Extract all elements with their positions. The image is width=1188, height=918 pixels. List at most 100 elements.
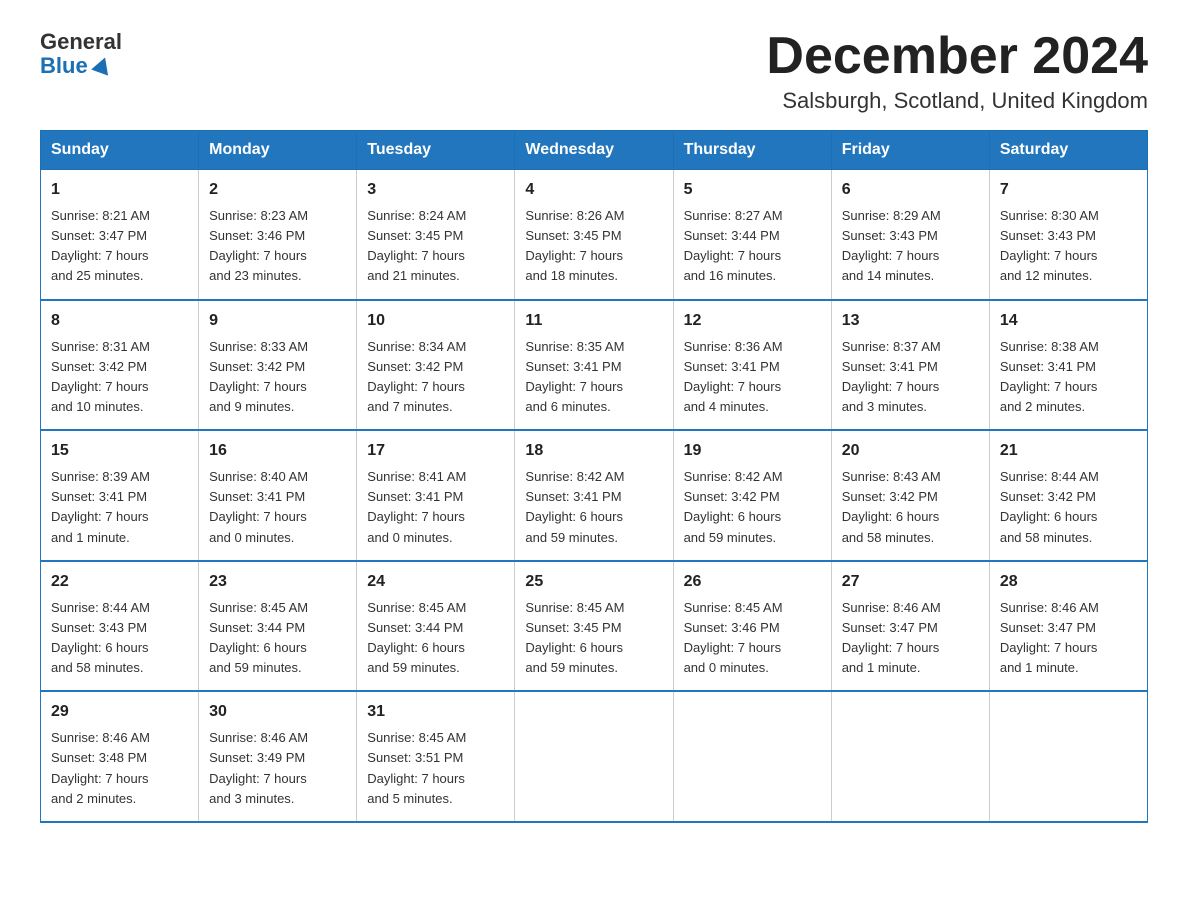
day-number: 15 <box>51 439 188 463</box>
day-info: Sunrise: 8:36 AMSunset: 3:41 PMDaylight:… <box>684 337 821 418</box>
day-info: Sunrise: 8:46 AMSunset: 3:47 PMDaylight:… <box>1000 598 1137 679</box>
week-row-1: 8Sunrise: 8:31 AMSunset: 3:42 PMDaylight… <box>41 300 1148 431</box>
day-info: Sunrise: 8:44 AMSunset: 3:42 PMDaylight:… <box>1000 467 1137 548</box>
calendar-cell: 8Sunrise: 8:31 AMSunset: 3:42 PMDaylight… <box>41 300 199 431</box>
calendar-cell: 17Sunrise: 8:41 AMSunset: 3:41 PMDayligh… <box>357 430 515 561</box>
calendar-cell: 16 Sunrise: 8:40 AMSunset: 3:41 PMDayligh… <box>199 430 357 561</box>
calendar-cell <box>515 691 673 822</box>
calendar-cell: 30Sunrise: 8:46 AMSunset: 3:49 PMDayligh… <box>199 691 357 822</box>
header-day-friday: Friday <box>831 131 989 170</box>
title-block: December 2024 Salsburgh, Scotland, Unite… <box>766 30 1148 114</box>
day-number: 17 <box>367 439 504 463</box>
calendar-cell: 12 Sunrise: 8:36 AMSunset: 3:41 PMDayligh… <box>673 300 831 431</box>
calendar-cell: 7 Sunrise: 8:30 AMSunset: 3:43 PMDaylight… <box>989 170 1147 300</box>
calendar-cell: 22 Sunrise: 8:44 AMSunset: 3:43 PMDayligh… <box>41 561 199 692</box>
day-info: Sunrise: 8:42 AMSunset: 3:41 PMDaylight:… <box>525 467 662 548</box>
page-header: General Blue December 2024 Salsburgh, Sc… <box>40 30 1148 114</box>
day-number: 14 <box>1000 309 1137 333</box>
day-number: 3 <box>367 178 504 202</box>
day-number: 19 <box>684 439 821 463</box>
calendar-cell: 2 Sunrise: 8:23 AMSunset: 3:46 PMDaylight… <box>199 170 357 300</box>
day-info: Sunrise: 8:45 AMSunset: 3:46 PMDaylight:… <box>684 598 821 679</box>
calendar-cell <box>989 691 1147 822</box>
day-number: 2 <box>209 178 346 202</box>
calendar-cell: 24 Sunrise: 8:45 AMSunset: 3:44 PMDayligh… <box>357 561 515 692</box>
day-number: 4 <box>525 178 662 202</box>
logo-triangle-icon <box>91 55 113 77</box>
day-info: Sunrise: 8:26 AMSunset: 3:45 PMDaylight:… <box>525 206 662 287</box>
day-info: Sunrise: 8:46 AMSunset: 3:48 PMDaylight:… <box>51 728 188 809</box>
day-number: 18 <box>525 439 662 463</box>
logo-blue-text: Blue <box>40 54 122 78</box>
calendar-cell: 21 Sunrise: 8:44 AMSunset: 3:42 PMDayligh… <box>989 430 1147 561</box>
day-info: Sunrise: 8:39 AMSunset: 3:41 PMDaylight:… <box>51 467 188 548</box>
day-info: Sunrise: 8:46 AMSunset: 3:47 PMDaylight:… <box>842 598 979 679</box>
day-info: Sunrise: 8:33 AMSunset: 3:42 PMDaylight:… <box>209 337 346 418</box>
day-number: 21 <box>1000 439 1137 463</box>
day-number: 27 <box>842 570 979 594</box>
day-info: Sunrise: 8:21 AMSunset: 3:47 PMDaylight:… <box>51 206 188 287</box>
calendar-cell: 1 Sunrise: 8:21 AMSunset: 3:47 PMDaylight… <box>41 170 199 300</box>
day-info: Sunrise: 8:45 AMSunset: 3:51 PMDaylight:… <box>367 728 504 809</box>
header-day-tuesday: Tuesday <box>357 131 515 170</box>
month-title: December 2024 <box>766 30 1148 82</box>
day-number: 7 <box>1000 178 1137 202</box>
calendar-cell: 18 Sunrise: 8:42 AMSunset: 3:41 PMDayligh… <box>515 430 673 561</box>
week-row-2: 15 Sunrise: 8:39 AMSunset: 3:41 PMDayligh… <box>41 430 1148 561</box>
day-info: Sunrise: 8:43 AMSunset: 3:42 PMDaylight:… <box>842 467 979 548</box>
day-number: 9 <box>209 309 346 333</box>
calendar-cell: 31Sunrise: 8:45 AMSunset: 3:51 PMDayligh… <box>357 691 515 822</box>
calendar-cell <box>673 691 831 822</box>
day-number: 1 <box>51 178 188 202</box>
day-info: Sunrise: 8:23 AMSunset: 3:46 PMDaylight:… <box>209 206 346 287</box>
day-info: Sunrise: 8:35 AMSunset: 3:41 PMDaylight:… <box>525 337 662 418</box>
day-info: Sunrise: 8:44 AMSunset: 3:43 PMDaylight:… <box>51 598 188 679</box>
day-info: Sunrise: 8:45 AMSunset: 3:44 PMDaylight:… <box>209 598 346 679</box>
calendar-cell: 3 Sunrise: 8:24 AMSunset: 3:45 PMDaylight… <box>357 170 515 300</box>
calendar-cell: 4 Sunrise: 8:26 AMSunset: 3:45 PMDaylight… <box>515 170 673 300</box>
day-number: 6 <box>842 178 979 202</box>
calendar-cell: 6 Sunrise: 8:29 AMSunset: 3:43 PMDaylight… <box>831 170 989 300</box>
calendar-cell: 23 Sunrise: 8:45 AMSunset: 3:44 PMDayligh… <box>199 561 357 692</box>
calendar-cell: 20 Sunrise: 8:43 AMSunset: 3:42 PMDayligh… <box>831 430 989 561</box>
calendar-cell: 29 Sunrise: 8:46 AMSunset: 3:48 PMDayligh… <box>41 691 199 822</box>
day-number: 12 <box>684 309 821 333</box>
day-number: 20 <box>842 439 979 463</box>
calendar-cell: 13Sunrise: 8:37 AMSunset: 3:41 PMDayligh… <box>831 300 989 431</box>
calendar-cell: 11Sunrise: 8:35 AMSunset: 3:41 PMDayligh… <box>515 300 673 431</box>
day-info: Sunrise: 8:45 AMSunset: 3:44 PMDaylight:… <box>367 598 504 679</box>
location-subtitle: Salsburgh, Scotland, United Kingdom <box>766 88 1148 114</box>
day-number: 16 <box>209 439 346 463</box>
day-info: Sunrise: 8:24 AMSunset: 3:45 PMDaylight:… <box>367 206 504 287</box>
logo-general-text: General <box>40 30 122 54</box>
day-info: Sunrise: 8:29 AMSunset: 3:43 PMDaylight:… <box>842 206 979 287</box>
header-day-sunday: Sunday <box>41 131 199 170</box>
day-number: 29 <box>51 700 188 724</box>
day-number: 5 <box>684 178 821 202</box>
week-row-3: 22 Sunrise: 8:44 AMSunset: 3:43 PMDayligh… <box>41 561 1148 692</box>
day-number: 22 <box>51 570 188 594</box>
day-info: Sunrise: 8:31 AMSunset: 3:42 PMDaylight:… <box>51 337 188 418</box>
day-info: Sunrise: 8:38 AMSunset: 3:41 PMDaylight:… <box>1000 337 1137 418</box>
day-number: 10 <box>367 309 504 333</box>
calendar-cell: 25Sunrise: 8:45 AMSunset: 3:45 PMDayligh… <box>515 561 673 692</box>
day-info: Sunrise: 8:45 AMSunset: 3:45 PMDaylight:… <box>525 598 662 679</box>
calendar-cell: 27 Sunrise: 8:46 AMSunset: 3:47 PMDayligh… <box>831 561 989 692</box>
calendar-cell: 9 Sunrise: 8:33 AMSunset: 3:42 PMDaylight… <box>199 300 357 431</box>
calendar-body: 1 Sunrise: 8:21 AMSunset: 3:47 PMDaylight… <box>41 170 1148 822</box>
logo: General Blue <box>40 30 122 78</box>
day-info: Sunrise: 8:34 AMSunset: 3:42 PMDaylight:… <box>367 337 504 418</box>
calendar-cell: 10 Sunrise: 8:34 AMSunset: 3:42 PMDayligh… <box>357 300 515 431</box>
day-number: 13 <box>842 309 979 333</box>
calendar-cell: 26 Sunrise: 8:45 AMSunset: 3:46 PMDayligh… <box>673 561 831 692</box>
day-info: Sunrise: 8:30 AMSunset: 3:43 PMDaylight:… <box>1000 206 1137 287</box>
day-info: Sunrise: 8:40 AMSunset: 3:41 PMDaylight:… <box>209 467 346 548</box>
day-number: 24 <box>367 570 504 594</box>
calendar-cell <box>831 691 989 822</box>
day-number: 28 <box>1000 570 1137 594</box>
header-day-wednesday: Wednesday <box>515 131 673 170</box>
day-number: 23 <box>209 570 346 594</box>
day-number: 26 <box>684 570 821 594</box>
day-number: 30 <box>209 700 346 724</box>
calendar-cell: 14 Sunrise: 8:38 AMSunset: 3:41 PMDayligh… <box>989 300 1147 431</box>
